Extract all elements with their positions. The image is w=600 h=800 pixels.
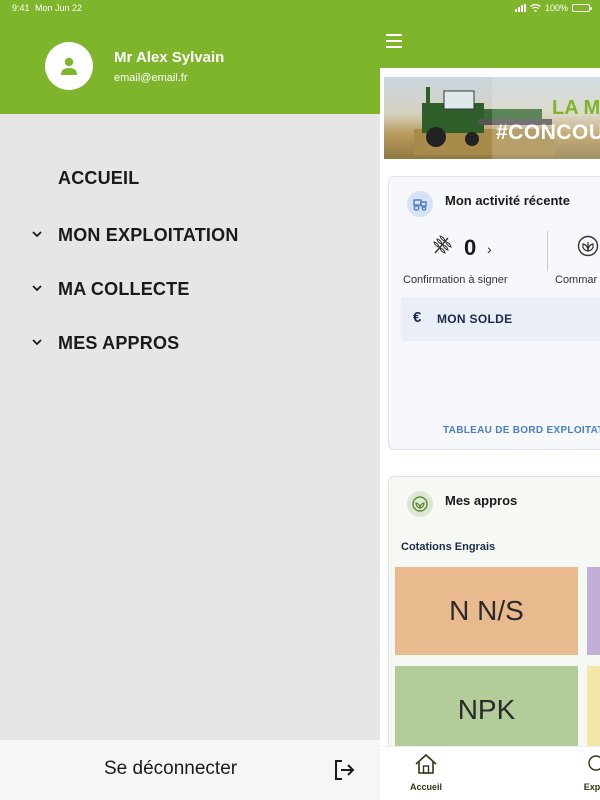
menu-item-mon-exploitation[interactable]: MON EXPLOITATION <box>0 215 380 255</box>
wifi-icon <box>530 4 541 12</box>
signature-label: Confirmation à signer <box>403 274 508 286</box>
cotations-title: Cotations Engrais <box>401 541 496 553</box>
appros-card-title: Mes appros <box>445 493 518 508</box>
nav-home[interactable]: Accueil <box>406 753 446 792</box>
nav-exploitation-label: Explo <box>583 782 600 792</box>
tile-partial[interactable] <box>587 666 600 746</box>
menu-item-label: MES APPROS <box>58 332 180 353</box>
drawer-header: Mr Alex Sylvain email@email.fr <box>0 0 380 114</box>
menu-icon[interactable] <box>386 34 404 48</box>
status-bar: 9:41 Mon Jun 22 100% <box>0 0 600 16</box>
chevron-down-icon <box>32 339 42 346</box>
exploitation-icon <box>588 755 600 771</box>
menu-item-label: MA COLLECTE <box>58 278 190 299</box>
activity-card: Mon activité récente 0 › Confirmation à … <box>388 176 600 450</box>
balance-label: MON SOLDE <box>437 312 513 326</box>
chevron-down-icon <box>32 285 42 292</box>
menu-item-accueil[interactable]: ACCUEIL <box>0 158 380 198</box>
nav-home-label: Accueil <box>409 782 442 792</box>
banner-title: LA M <box>552 97 600 119</box>
tile-npk[interactable]: NPK <box>395 666 578 746</box>
euro-icon: € <box>413 309 422 326</box>
user-email: email@email.fr <box>114 72 188 84</box>
user-icon <box>61 57 77 75</box>
battery-percent: 100% <box>544 3 568 13</box>
user-name: Mr Alex Sylvain <box>114 49 225 66</box>
wheat-icon <box>433 235 452 254</box>
chevron-right-icon[interactable]: › <box>487 241 492 257</box>
battery-icon <box>572 4 592 12</box>
bottom-navigation: Accueil Explo <box>380 746 600 800</box>
menu-item-ma-collecte[interactable]: MA COLLECTE <box>0 269 380 309</box>
status-time: 9:41 <box>12 3 30 13</box>
signature-count[interactable]: 0 <box>464 235 476 261</box>
home-content: LA M #CONCOU Mon activité récente 0 › Co… <box>376 68 600 746</box>
stat-divider <box>547 231 548 271</box>
menu-item-mes-appros[interactable]: MES APPROS <box>0 323 380 363</box>
status-date: Mon Jun 22 <box>35 3 83 13</box>
tile-n-ns[interactable]: N N/S <box>395 567 578 655</box>
menu-item-label: ACCUEIL <box>58 167 140 188</box>
orders-label: Commar <box>555 274 598 286</box>
logout-label: Se déconnecter <box>104 758 238 779</box>
logout-button[interactable]: Se déconnecter <box>0 740 380 800</box>
banner-hashtag: #CONCOU <box>496 121 600 144</box>
dashboard-link[interactable]: TABLEAU DE BORD EXPLOITAT <box>443 425 600 436</box>
home-icon <box>415 753 437 774</box>
nav-exploitation[interactable]: Explo <box>576 753 600 792</box>
navigation-drawer: Mr Alex Sylvain email@email.fr ACCUEIL M… <box>0 0 380 800</box>
signal-icon <box>514 4 526 12</box>
tractor-icon <box>407 191 433 217</box>
tile-partial[interactable] <box>587 567 600 655</box>
appros-card: Mes appros Cotations Engrais N N/S NPK <box>388 476 600 746</box>
logout-icon <box>335 760 355 780</box>
plant-icon <box>577 235 599 257</box>
avatar[interactable] <box>45 42 93 90</box>
activity-card-title: Mon activité récente <box>445 193 570 208</box>
balance-panel[interactable]: € MON SOLDE <box>401 297 600 341</box>
leaf-icon <box>407 491 433 517</box>
promo-banner[interactable]: LA M #CONCOU <box>384 77 600 159</box>
chevron-down-icon <box>32 231 42 238</box>
menu-item-label: MON EXPLOITATION <box>58 224 239 245</box>
